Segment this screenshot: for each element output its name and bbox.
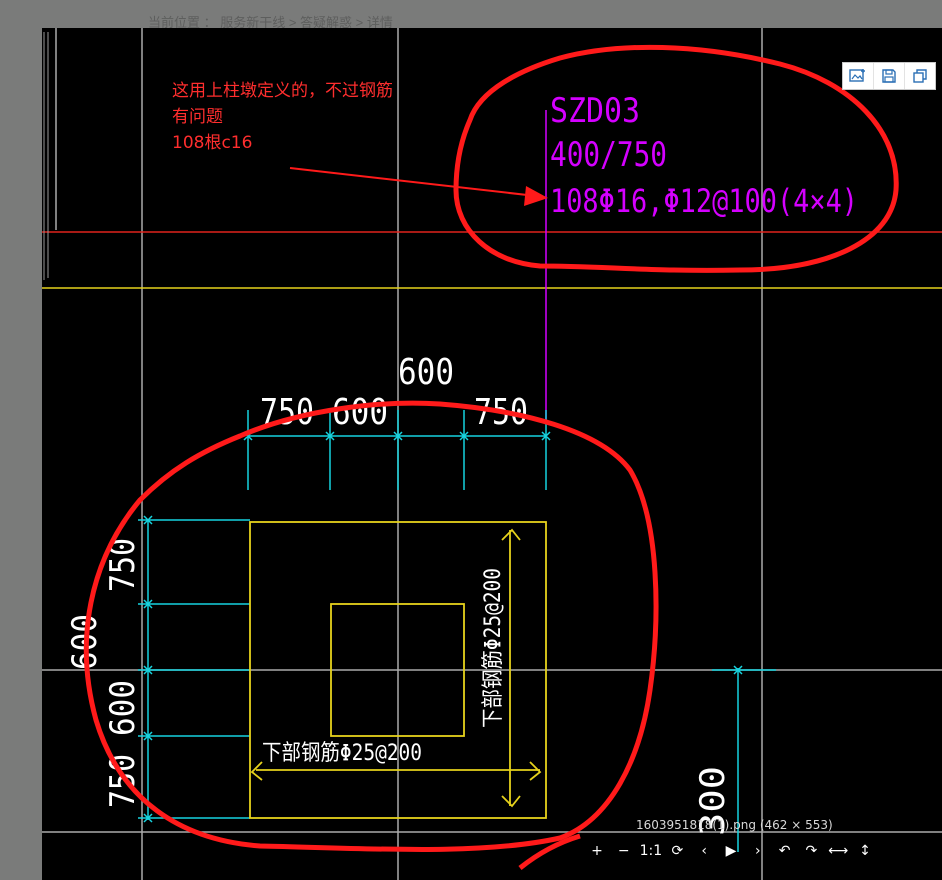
next-button[interactable]: › xyxy=(747,840,769,862)
dim-top-total: 600 xyxy=(398,352,454,393)
rebar-hook xyxy=(529,761,542,781)
annotation-arrowhead xyxy=(524,186,548,206)
rebar-note-vertical: 下部钢筋Φ25@200 xyxy=(481,568,506,728)
column-name: SZD03 xyxy=(550,91,640,131)
viewer-controls: + − 1:1 ⟳ ‹ ▶ › ↶ ↷ ⟷ ↕ xyxy=(586,840,876,862)
actual-size-button[interactable]: 1:1 xyxy=(640,840,663,862)
play-button[interactable]: ▶ xyxy=(720,840,742,862)
flip-vertical-button[interactable]: ↕ xyxy=(854,840,876,862)
markup-circle-foundation xyxy=(83,400,659,852)
annotation-line: 有问题 xyxy=(172,107,223,127)
flip-horizontal-button[interactable]: ⟷ xyxy=(827,840,849,862)
dim-left-middle: 600 xyxy=(103,680,143,736)
rotate-left-button[interactable]: ↶ xyxy=(774,840,796,862)
column-rebar: 108Φ16,Φ12@100(4×4) xyxy=(550,182,858,220)
viewer-toolbar xyxy=(842,62,936,90)
rebar-hook xyxy=(250,761,263,781)
markup-circle-label xyxy=(453,44,899,273)
image-filename-info: 1603951818(1).png (462 × 553) xyxy=(636,818,833,832)
dim-left-bottom: 750 xyxy=(103,754,143,808)
rebar-hook xyxy=(501,795,521,808)
zoom-in-button[interactable]: + xyxy=(586,840,608,862)
copy-icon[interactable] xyxy=(905,63,935,89)
annotation-line: 108根c16 xyxy=(172,133,253,153)
dim-top-middle: 600 xyxy=(332,392,388,433)
reset-button[interactable]: ⟳ xyxy=(666,840,688,862)
column-size: 400/750 xyxy=(550,135,667,175)
save-icon[interactable] xyxy=(874,63,905,89)
edit-image-icon[interactable] xyxy=(843,63,874,89)
annotation-line: 这用上柱墩定义的，不过钢筋 xyxy=(172,81,393,101)
rotate-right-button[interactable]: ↷ xyxy=(800,840,822,862)
image-viewer[interactable]: SZD03 400/750 108Φ16,Φ12@100(4×4) 600 75… xyxy=(42,28,942,880)
zoom-out-button[interactable]: − xyxy=(613,840,635,862)
rebar-note-horizontal: 下部钢筋Φ25@200 xyxy=(262,741,422,766)
annotation-text: 这用上柱墩定义的，不过钢筋 有问题 108根c16 xyxy=(172,78,393,156)
left-dimensions xyxy=(138,515,250,823)
rebar-hook xyxy=(501,528,521,541)
annotation-arrow-line xyxy=(289,167,537,197)
previous-button[interactable]: ‹ xyxy=(693,840,715,862)
